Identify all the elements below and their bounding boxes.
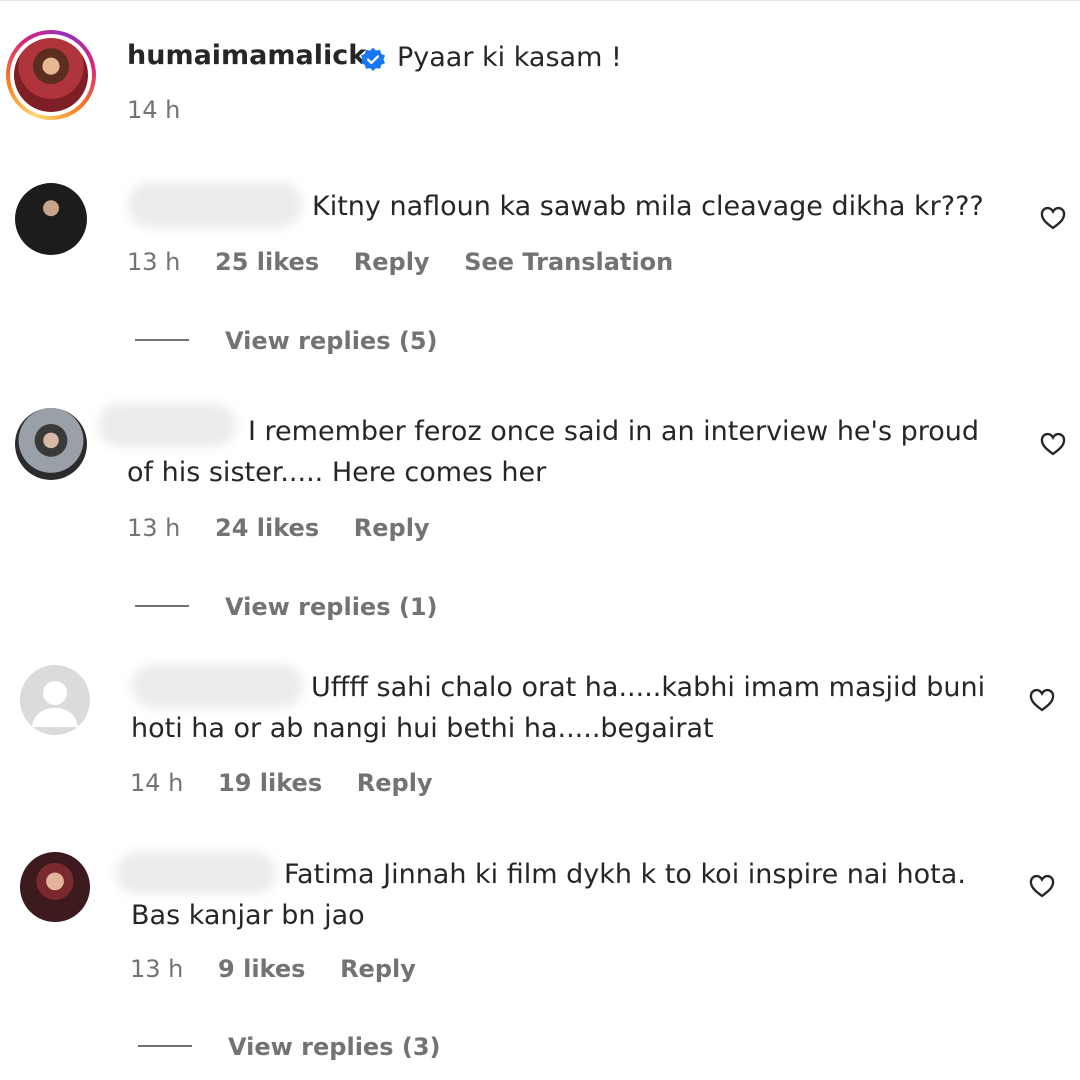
comment-text-line-2: hoti ha or ab nangi hui bethi ha.....beg…	[131, 713, 714, 744]
comment-text-line-2: of his sister..... Here comes her	[127, 457, 547, 488]
comment-likes[interactable]: 24 likes	[215, 514, 319, 542]
top-divider	[0, 0, 1080, 1]
caption-timestamp[interactable]: 14 h	[127, 96, 180, 124]
avatar-photo	[14, 38, 88, 112]
reply-button[interactable]: Reply	[340, 955, 416, 983]
heart-icon[interactable]	[1028, 686, 1056, 714]
view-replies-button[interactable]: View replies (1)	[135, 593, 437, 621]
comment-text-line-2: Bas kanjar bn jao	[131, 900, 365, 931]
heart-icon[interactable]	[1039, 204, 1067, 232]
comment-timestamp[interactable]: 13 h	[130, 955, 183, 983]
replies-divider	[138, 1045, 192, 1047]
caption-username[interactable]: humaimamalick	[127, 40, 366, 71]
view-replies-label: View replies (1)	[225, 593, 438, 621]
replies-divider	[135, 605, 189, 607]
comment-text-line-1: Fatima Jinnah ki film dykh k to koi insp…	[284, 859, 966, 890]
comment-timestamp[interactable]: 13 h	[127, 514, 180, 542]
comment-avatar[interactable]	[15, 408, 87, 480]
default-avatar[interactable]	[20, 665, 90, 735]
heart-icon[interactable]	[1028, 872, 1056, 900]
comment-text-line-1: Uffff sahi chalo orat ha.....kabhi imam …	[311, 672, 986, 703]
comment-meta: 13 h 24 likes Reply	[127, 514, 430, 542]
reply-button[interactable]: Reply	[354, 248, 430, 276]
comment-text-line-1: I remember feroz once said in an intervi…	[248, 416, 980, 447]
reply-button[interactable]: Reply	[354, 514, 430, 542]
redacted-username	[131, 664, 303, 708]
comment-meta: 14 h 19 likes Reply	[130, 769, 433, 797]
comment-likes[interactable]: 25 likes	[215, 248, 319, 276]
default-user-icon	[32, 681, 78, 727]
caption-avatar[interactable]	[6, 30, 96, 120]
caption-text: Pyaar ki kasam !	[397, 42, 622, 73]
replies-divider	[135, 339, 189, 341]
comment-likes[interactable]: 9 likes	[218, 955, 305, 983]
reply-button[interactable]: Reply	[357, 769, 433, 797]
comment-text: Kitny nafloun ka sawab mila cleavage dik…	[312, 191, 984, 222]
see-translation-button[interactable]: See Translation	[464, 248, 673, 276]
verified-badge-icon	[360, 47, 386, 72]
view-replies-label: View replies (5)	[225, 327, 438, 355]
view-replies-button[interactable]: View replies (5)	[135, 327, 437, 355]
comment-timestamp[interactable]: 14 h	[130, 769, 183, 797]
redacted-username	[128, 182, 302, 228]
comment-avatar[interactable]	[20, 852, 90, 922]
comment-likes[interactable]: 19 likes	[218, 769, 322, 797]
view-replies-label: View replies (3)	[228, 1033, 441, 1061]
comment-meta: 13 h 25 likes Reply See Translation	[127, 248, 673, 276]
comment-timestamp[interactable]: 13 h	[127, 248, 180, 276]
heart-icon[interactable]	[1039, 430, 1067, 458]
redacted-username	[116, 852, 276, 894]
redacted-username	[98, 403, 236, 447]
comment-avatar[interactable]	[15, 183, 87, 255]
comment-meta: 13 h 9 likes Reply	[130, 955, 416, 983]
view-replies-button[interactable]: View replies (3)	[138, 1033, 440, 1061]
